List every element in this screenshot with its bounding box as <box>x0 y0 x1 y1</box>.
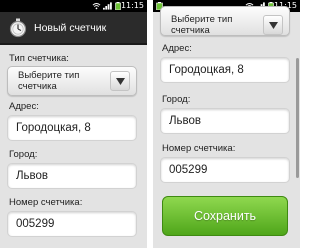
app-title: Новый счетчик <box>34 22 107 34</box>
wifi-icon <box>92 3 101 10</box>
spinner-arrow <box>263 15 283 35</box>
number-field[interactable]: 005299 <box>7 211 137 237</box>
phone-screen-left: 11:15 Новый счетчик Тип счетчика: Выбери… <box>0 0 147 248</box>
type-spinner[interactable]: Выберите тип счетчика <box>7 66 137 96</box>
type-spinner-text: Выберите тип счетчика <box>18 70 80 92</box>
city-field[interactable]: Львов <box>7 163 137 189</box>
form-content: Новый счетчик Тип счетчика: Выберите тип… <box>0 12 147 248</box>
spinner-arrow <box>110 71 130 91</box>
scrollbar-thumb[interactable] <box>296 58 299 178</box>
form-content-scrolled[interactable]: Выберите тип счетчика Адрес: Городоцкая,… <box>153 6 300 248</box>
number-field[interactable]: 005299 <box>160 157 290 183</box>
type-spinner[interactable]: Выберите тип счетчика <box>160 6 290 36</box>
city-field[interactable]: Львов <box>160 108 290 134</box>
city-label: Город: <box>162 94 191 105</box>
save-button[interactable]: Сохранить <box>162 196 288 236</box>
city-label: Город: <box>9 149 38 160</box>
signal-icon <box>103 2 112 10</box>
number-label: Номер счетчика: <box>162 143 236 154</box>
address-field[interactable]: Городоцкая, 8 <box>7 115 137 141</box>
type-spinner-text: Выберите тип счетчика <box>171 14 233 36</box>
type-label: Тип счетчика: <box>9 53 69 64</box>
address-label: Адрес: <box>9 101 39 112</box>
action-bar: Новый счетчик <box>0 12 147 45</box>
stopwatch-icon <box>9 18 27 38</box>
number-label: Номер счетчика: <box>9 197 83 208</box>
chevron-down-icon <box>116 78 125 85</box>
phone-screen-right: 11:15 Выберите тип счетчика Адрес: Город… <box>153 0 300 248</box>
address-field[interactable]: Городоцкая, 8 <box>160 57 290 83</box>
status-bar: 11:15 <box>0 0 147 12</box>
address-label: Адрес: <box>162 43 192 54</box>
chevron-down-icon <box>269 22 278 29</box>
status-time: 11:15 <box>120 1 144 10</box>
